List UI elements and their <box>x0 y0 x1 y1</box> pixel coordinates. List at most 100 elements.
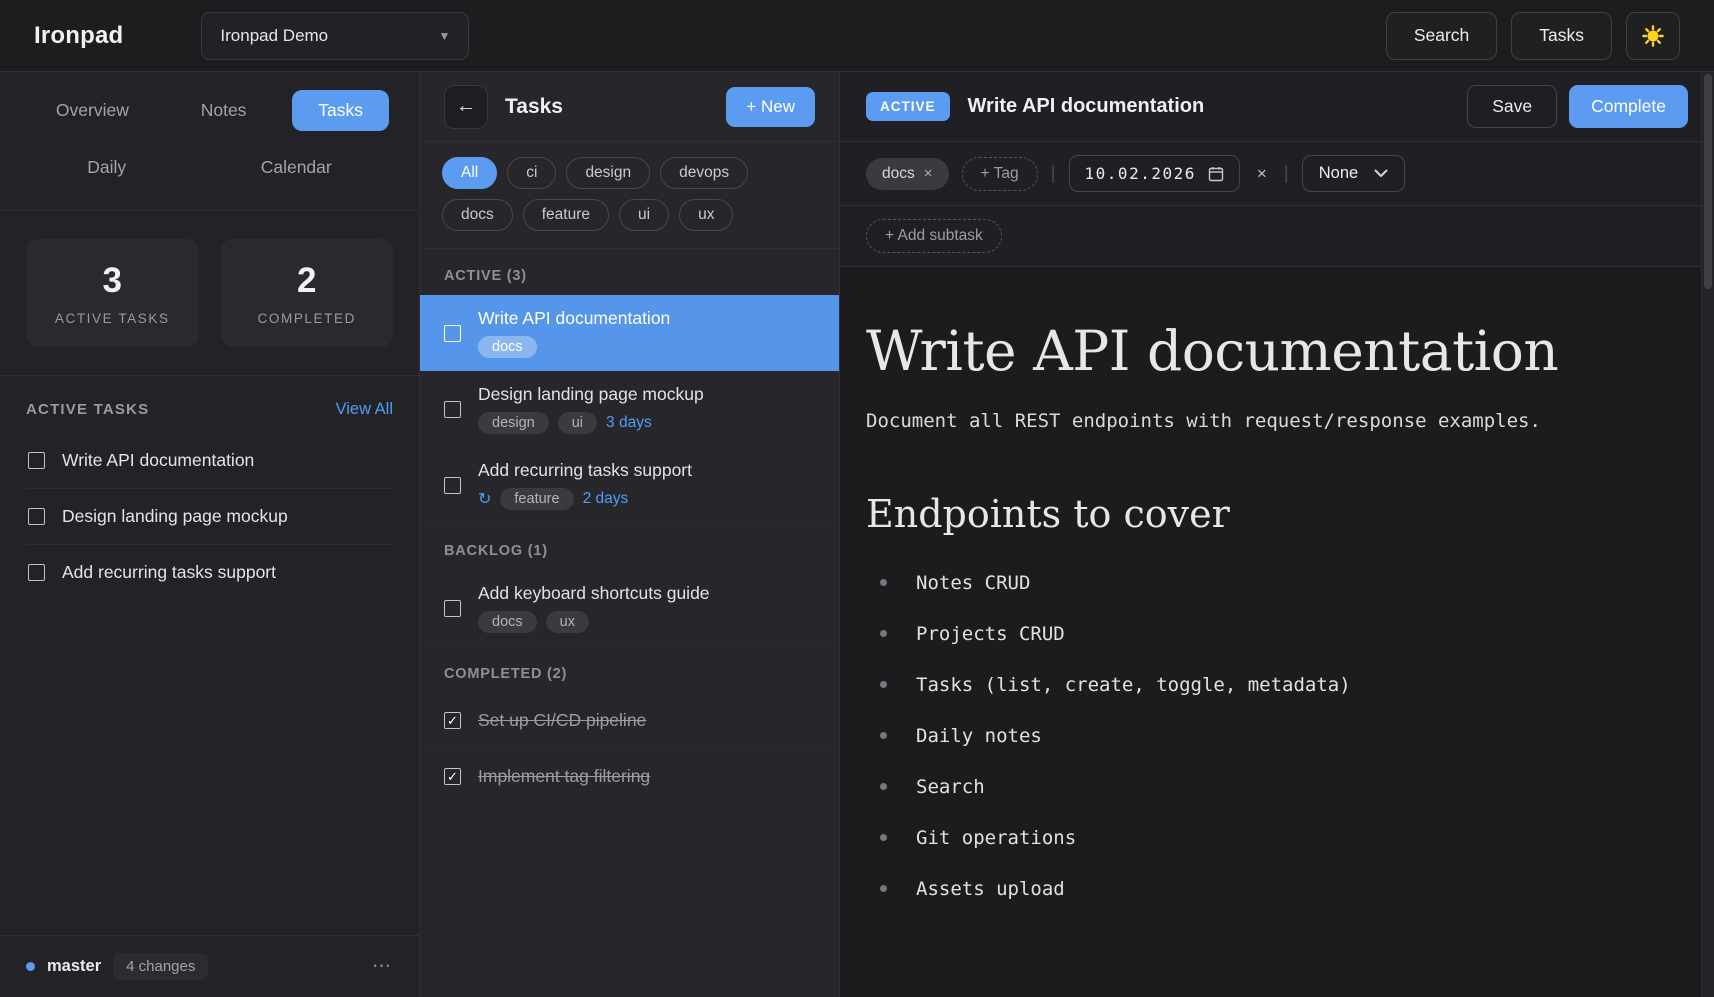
stat-card-completed: 2 COMPLETED <box>221 239 394 347</box>
search-button[interactable]: Search <box>1386 12 1497 60</box>
subtask-row: + Add subtask <box>840 206 1714 267</box>
sidebar-task-label: Design landing page mockup <box>62 506 288 527</box>
due-date-value: 10.02.2026 <box>1085 164 1196 183</box>
filter-pill-devops[interactable]: devops <box>660 157 748 189</box>
checkbox-icon[interactable] <box>444 712 461 729</box>
task-row[interactable]: Add keyboard shortcuts guidedocsux <box>420 570 839 646</box>
filter-pill-feature[interactable]: feature <box>523 199 609 231</box>
task-meta: docs <box>478 336 670 358</box>
task-row[interactable]: Implement tag filtering <box>420 748 839 804</box>
checkbox-icon[interactable] <box>28 452 45 469</box>
due-label: 2 days <box>583 490 629 508</box>
back-button[interactable]: ← <box>444 85 488 129</box>
scrollbar-thumb[interactable] <box>1704 74 1712 289</box>
filter-pill-all[interactable]: All <box>442 157 497 189</box>
active-tasks-heading: ACTIVE TASKS <box>26 401 149 418</box>
detail-tag-docs[interactable]: docs × <box>866 158 949 190</box>
recurrence-value: None <box>1319 164 1358 183</box>
sidebar-task-label: Add recurring tasks support <box>62 562 276 583</box>
document-subheading: Endpoints to cover <box>866 492 1674 536</box>
back-arrow-icon: ← <box>456 95 476 118</box>
task-row[interactable]: Design landing page mockupdesignui3 days <box>420 371 839 447</box>
sidebar-task-row[interactable]: Write API documentation <box>26 433 393 489</box>
bullet-item: Notes CRUD <box>866 572 1674 594</box>
task-row[interactable]: Write API documentation docs <box>420 295 839 371</box>
sidebar-task-row[interactable]: Add recurring tasks support <box>26 545 393 600</box>
meta-separator: | <box>1051 163 1056 185</box>
checkbox-icon[interactable] <box>28 508 45 525</box>
tag-pill-ui: ui <box>558 412 597 434</box>
sun-icon <box>1642 25 1664 47</box>
stat-label: COMPLETED <box>258 311 356 326</box>
app-logo: Ironpad <box>34 22 123 50</box>
clear-date-button[interactable]: × <box>1253 162 1271 186</box>
bullet-item: Tasks (list, create, toggle, metadata) <box>866 674 1674 696</box>
complete-button[interactable]: Complete <box>1569 85 1688 128</box>
remove-tag-icon[interactable]: × <box>924 165 933 182</box>
bullet-item: Search <box>866 776 1674 798</box>
recurrence-select[interactable]: None <box>1302 155 1405 192</box>
save-button[interactable]: Save <box>1467 85 1557 128</box>
recurring-icon: ↻ <box>478 489 491 509</box>
task-body: Implement tag filtering <box>478 766 650 787</box>
document-intro: Document all REST endpoints with request… <box>866 410 1674 432</box>
branch-dot-icon <box>26 962 35 971</box>
chevron-down-icon <box>1374 169 1388 178</box>
git-status-bar: master 4 changes ⋯ <box>0 935 419 997</box>
stat-label: ACTIVE TASKS <box>55 311 170 326</box>
filter-pill-ci[interactable]: ci <box>507 157 556 189</box>
checkbox-icon[interactable] <box>28 564 45 581</box>
task-title: Add recurring tasks support <box>478 460 692 481</box>
task-title: Set up CI/CD pipeline <box>478 710 646 731</box>
checkbox-icon[interactable] <box>444 401 461 418</box>
sidebar-tab-daily[interactable]: Daily <box>61 147 152 188</box>
right-scrollbar[interactable] <box>1701 72 1714 997</box>
bullet-item: Projects CRUD <box>866 623 1674 645</box>
bullet-item: Daily notes <box>866 725 1674 747</box>
detail-header: ACTIVE Write API documentation Save Comp… <box>840 72 1714 142</box>
checkbox-icon[interactable] <box>444 600 461 617</box>
filter-pill-design[interactable]: design <box>566 157 650 189</box>
task-title: Write API documentation <box>478 308 670 329</box>
sidebar-tab-calendar[interactable]: Calendar <box>235 147 358 188</box>
sidebar-tabs-row1: Overview Notes Tasks <box>20 90 399 131</box>
tag-pill-design: design <box>478 412 549 434</box>
sidebar-tab-notes[interactable]: Notes <box>175 90 273 131</box>
sidebar-tab-tasks[interactable]: Tasks <box>292 90 389 131</box>
section-heading: BACKLOG (1) <box>420 524 839 570</box>
task-row[interactable]: Set up CI/CD pipeline <box>420 693 839 748</box>
task-body: Add recurring tasks support ↻feature2 day… <box>478 460 692 510</box>
task-meta: designui3 days <box>478 412 704 434</box>
filter-pill-docs[interactable]: docs <box>442 199 513 231</box>
more-menu-icon[interactable]: ⋯ <box>372 955 393 978</box>
document-preview: Write API documentation Document all RES… <box>840 267 1714 997</box>
sidebar-task-row[interactable]: Design landing page mockup <box>26 489 393 545</box>
checkbox-icon[interactable] <box>444 768 461 785</box>
project-select[interactable]: Ironpad Demo ▼ <box>201 12 469 60</box>
stat-value: 2 <box>297 261 316 301</box>
task-title: Design landing page mockup <box>478 384 704 405</box>
view-all-link[interactable]: View All <box>336 400 393 419</box>
tag-pill-docs: docs <box>478 611 537 633</box>
task-title: Add keyboard shortcuts guide <box>478 583 710 604</box>
bullet-item: Assets upload <box>866 878 1674 900</box>
branch-name: master <box>47 957 101 976</box>
sidebar-tab-overview[interactable]: Overview <box>30 90 155 131</box>
due-date-field[interactable]: 10.02.2026 <box>1069 155 1240 192</box>
checkbox-icon[interactable] <box>444 325 461 342</box>
theme-toggle-button[interactable] <box>1626 12 1680 60</box>
task-body: Set up CI/CD pipeline <box>478 710 646 731</box>
calendar-icon <box>1208 166 1224 182</box>
add-subtask-button[interactable]: + Add subtask <box>866 219 1002 253</box>
filter-pill-ux[interactable]: ux <box>679 199 733 231</box>
stat-value: 3 <box>103 261 122 301</box>
filter-pill-ui[interactable]: ui <box>619 199 669 231</box>
add-tag-button[interactable]: + Tag <box>962 157 1038 191</box>
tasks-button[interactable]: Tasks <box>1511 12 1612 60</box>
new-task-button[interactable]: + New <box>726 87 815 127</box>
task-row[interactable]: Add recurring tasks support ↻feature2 day… <box>420 447 839 523</box>
task-list-panel: ← Tasks + New Allcidesigndevopsdocsfeatu… <box>420 72 840 997</box>
task-meta: ↻feature2 days <box>478 488 692 510</box>
checkbox-icon[interactable] <box>444 477 461 494</box>
topbar: Ironpad Ironpad Demo ▼ Search Tasks <box>0 0 1714 72</box>
